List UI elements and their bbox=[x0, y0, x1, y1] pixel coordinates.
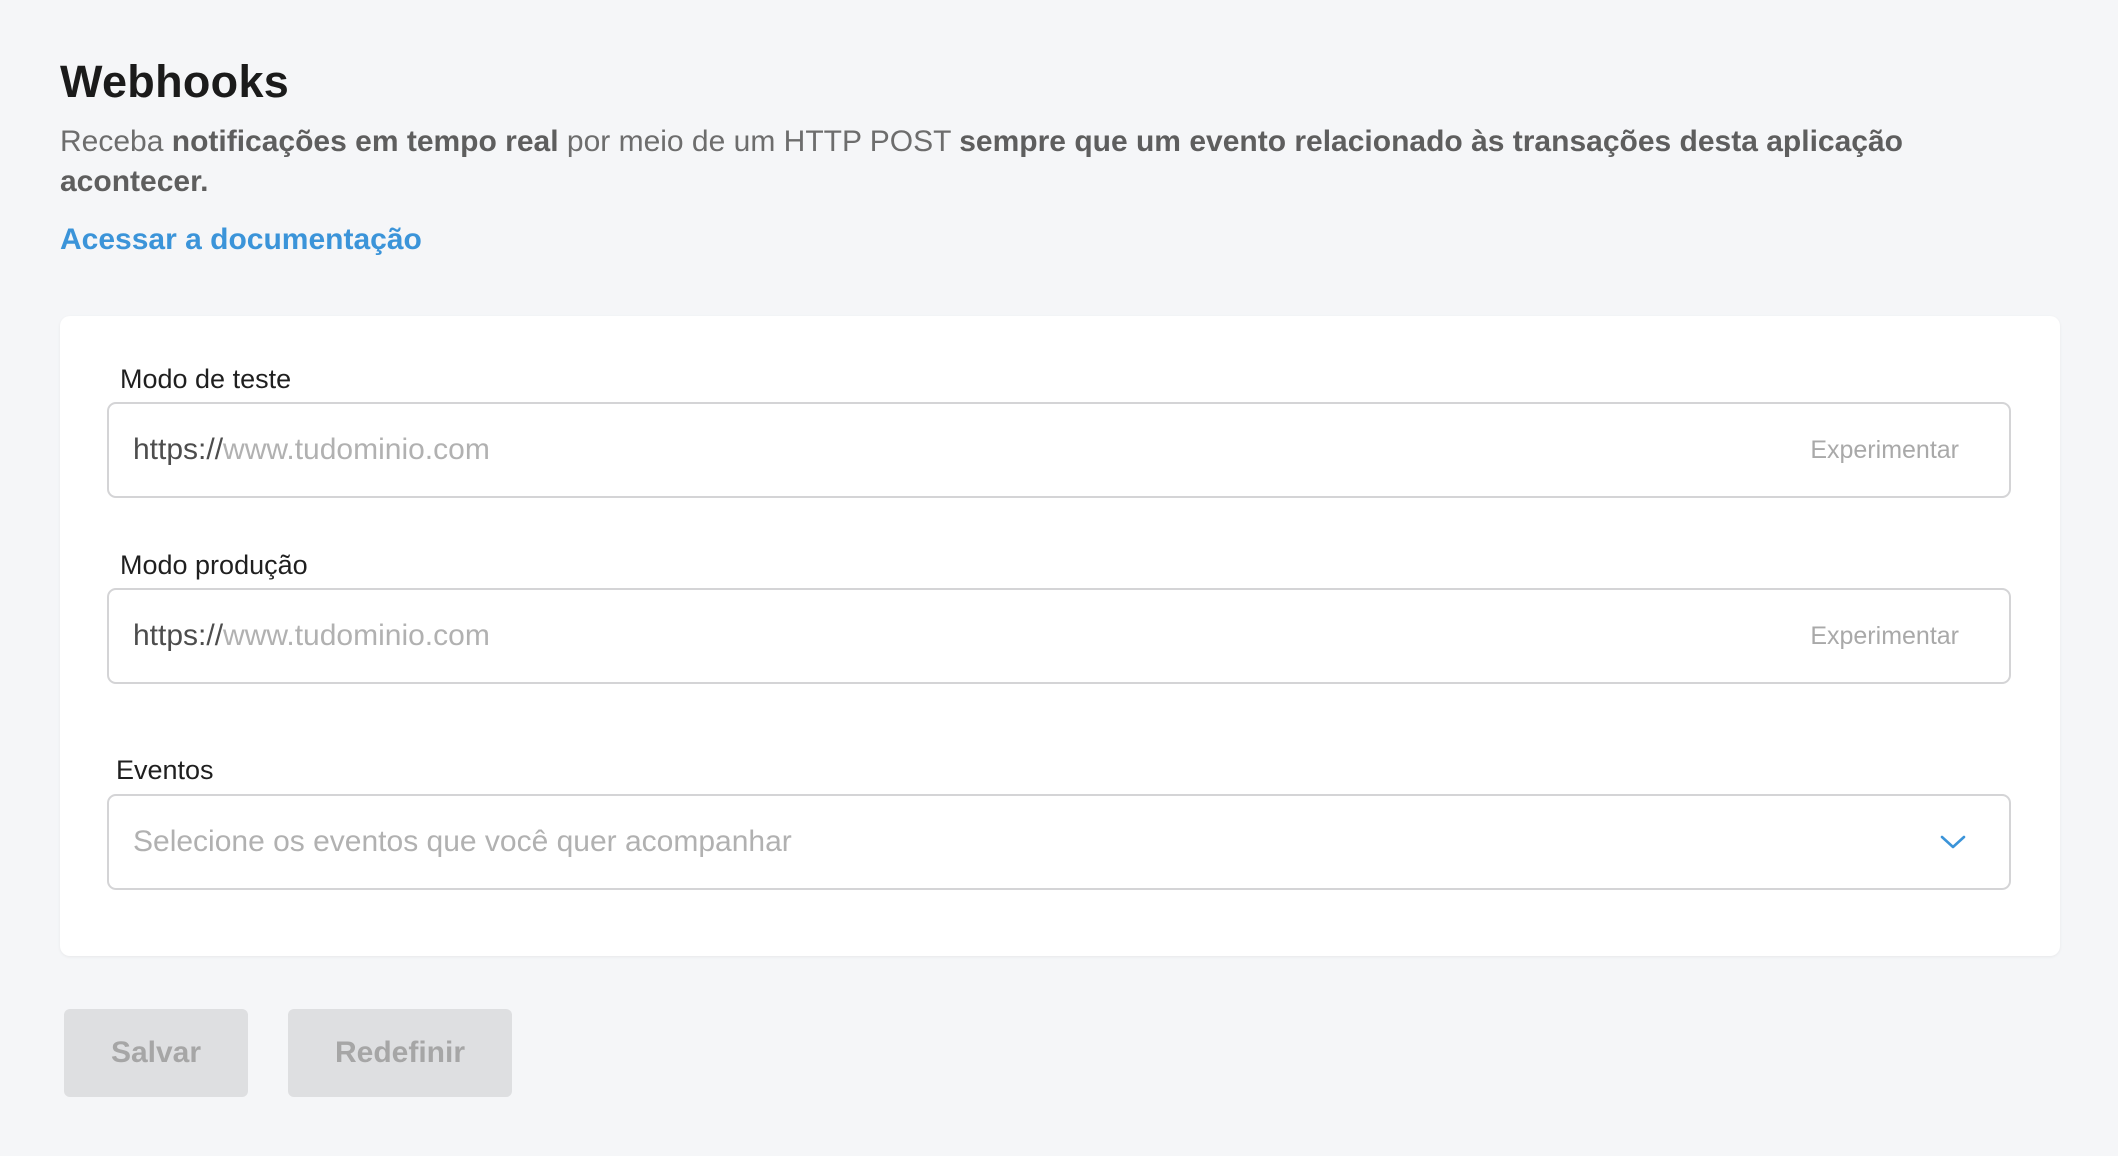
form-actions: Salvar Redefinir bbox=[64, 1009, 512, 1097]
production-mode-url-input[interactable] bbox=[223, 619, 1811, 653]
events-select-placeholder: Selecione os eventos que você quer acomp… bbox=[133, 825, 792, 858]
description-bold-1: notificações em tempo real bbox=[171, 125, 559, 158]
events-select[interactable]: Selecione os eventos que você quer acomp… bbox=[107, 794, 2011, 890]
test-mode-try-button[interactable]: Experimentar bbox=[1810, 436, 1959, 465]
production-mode-url-prefix: https:// bbox=[133, 619, 224, 652]
documentation-link[interactable]: Acessar a documentação bbox=[60, 220, 422, 260]
save-button[interactable]: Salvar bbox=[64, 1009, 248, 1097]
production-mode-label: Modo produção bbox=[120, 550, 308, 580]
test-mode-url-input[interactable] bbox=[223, 433, 1811, 467]
webhooks-header: Webhooks Receba notificações em tempo re… bbox=[60, 52, 2060, 260]
reset-button[interactable]: Redefinir bbox=[288, 1009, 512, 1097]
page-title: Webhooks bbox=[60, 56, 290, 107]
page-description: Receba notificações em tempo real por me… bbox=[60, 122, 2020, 202]
chevron-down-icon[interactable] bbox=[1939, 833, 1967, 851]
production-mode-url-field: https:// Experimentar bbox=[107, 588, 2011, 684]
description-part-2: por meio de um HTTP POST bbox=[558, 125, 960, 158]
production-mode-try-button[interactable]: Experimentar bbox=[1810, 622, 1959, 651]
description-part-1: Receba bbox=[60, 125, 172, 158]
events-label: Eventos bbox=[116, 755, 214, 785]
test-mode-url-prefix: https:// bbox=[133, 433, 224, 466]
test-mode-url-field: https:// Experimentar bbox=[107, 402, 2011, 498]
webhooks-form-card: Modo de teste https:// Experimentar Modo… bbox=[60, 316, 2060, 956]
test-mode-label: Modo de teste bbox=[120, 364, 292, 394]
